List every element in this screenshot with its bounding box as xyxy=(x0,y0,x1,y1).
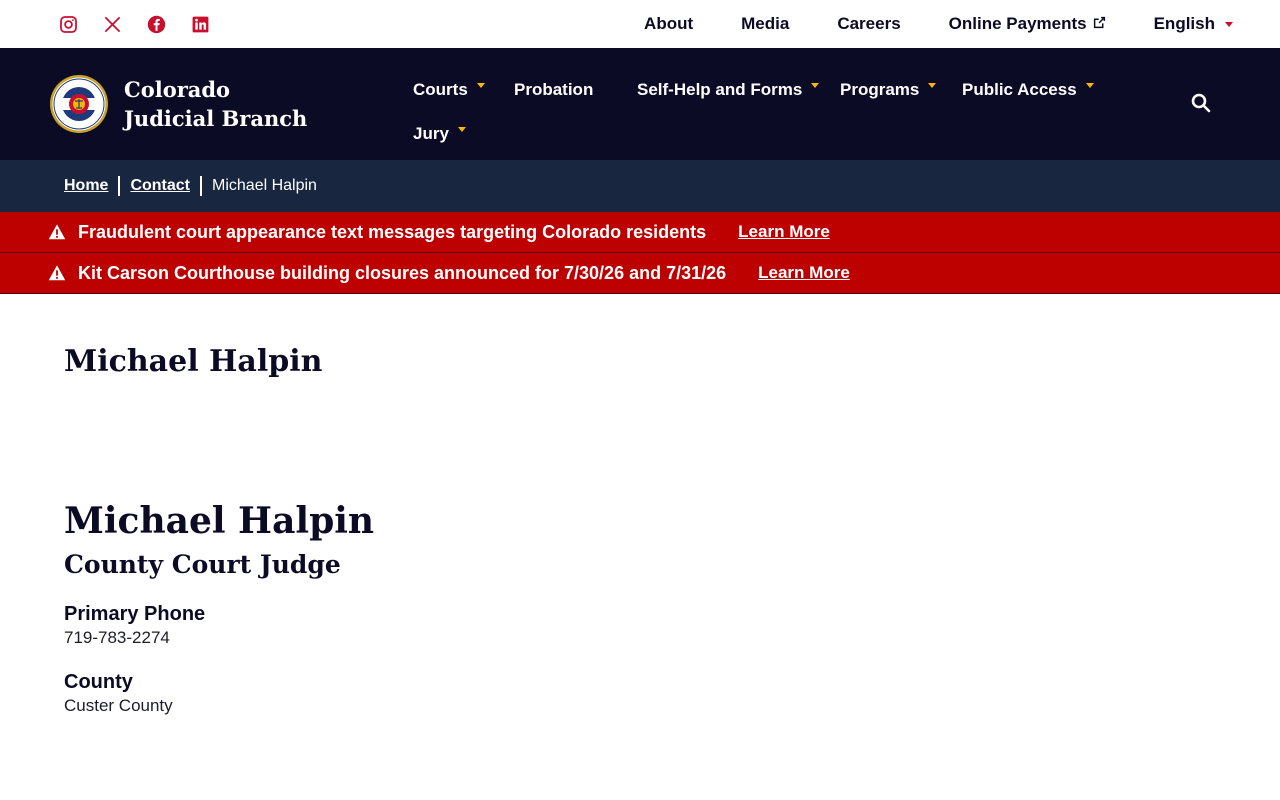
main-content: Michael Halpin Michael Halpin County Cou… xyxy=(0,344,1280,717)
online-payments-label: Online Payments xyxy=(948,14,1087,33)
about-link[interactable]: About xyxy=(644,14,693,34)
breadcrumb-separator xyxy=(200,176,203,196)
chevron-down-icon xyxy=(457,126,466,132)
chevron-down-icon xyxy=(1085,82,1094,88)
chevron-down-icon xyxy=(476,82,485,88)
county-value: Custer County xyxy=(64,696,173,715)
chevron-down-icon xyxy=(1225,21,1233,27)
utility-bar: About Media Careers Online Payments Engl… xyxy=(0,0,1280,48)
nav-self-help-and-forms[interactable]: Self-Help and Forms xyxy=(637,68,840,112)
utility-nav: About Media Careers Online Payments Engl… xyxy=(644,14,1233,34)
county-label: County xyxy=(64,671,133,693)
main-header: Colorado Judicial Branch Courts Probatio… xyxy=(0,48,1280,160)
x-icon[interactable] xyxy=(102,14,122,34)
breadcrumb-contact[interactable]: Contact xyxy=(130,177,190,195)
person-position: County Court Judge xyxy=(64,550,341,579)
learn-more-link[interactable]: Learn More xyxy=(738,222,830,242)
warning-icon xyxy=(48,264,66,282)
phone-value: 719-783-2274 xyxy=(64,628,170,647)
linkedin-icon[interactable] xyxy=(190,14,210,34)
main-nav: Courts Probation Self-Help and Forms Pro… xyxy=(413,68,1133,156)
external-link-icon xyxy=(1093,14,1106,34)
chevron-down-icon xyxy=(928,82,937,88)
search-icon xyxy=(1191,93,1211,113)
person-name: Michael Halpin xyxy=(64,500,375,542)
search-button[interactable] xyxy=(1190,92,1212,114)
nav-jury[interactable]: Jury xyxy=(413,112,514,156)
page-title: Michael Halpin xyxy=(64,344,323,379)
careers-link[interactable]: Careers xyxy=(837,14,900,34)
alert-text: Fraudulent court appearance text message… xyxy=(78,221,707,242)
language-selector[interactable]: English xyxy=(1154,14,1233,34)
breadcrumb-home[interactable]: Home xyxy=(64,177,108,195)
nav-probation[interactable]: Probation xyxy=(514,68,637,112)
instagram-icon[interactable] xyxy=(58,14,78,34)
county-field: County Custer County xyxy=(64,669,1280,717)
nav-probation-label: Probation xyxy=(514,80,594,99)
alert-banner-closure: Kit Carson Courthouse building closures … xyxy=(0,253,1280,294)
phone-label: Primary Phone xyxy=(64,603,206,625)
breadcrumb-separator xyxy=(118,176,121,196)
nav-public-access-label: Public Access xyxy=(962,80,1077,99)
language-label: English xyxy=(1153,14,1215,33)
alert-text: Kit Carson Courthouse building closures … xyxy=(78,262,727,283)
nav-jury-label: Jury xyxy=(413,124,449,143)
online-payments-link[interactable]: Online Payments xyxy=(949,14,1106,34)
phone-field: Primary Phone 719-783-2274 xyxy=(64,601,1280,649)
nav-programs-label: Programs xyxy=(840,80,920,99)
colorado-courts-seal-logo xyxy=(50,75,108,133)
nav-programs[interactable]: Programs xyxy=(840,68,962,112)
breadcrumb-current: Michael Halpin xyxy=(212,177,317,194)
warning-icon xyxy=(48,223,66,241)
nav-courts[interactable]: Courts xyxy=(413,68,514,112)
brand-name: Colorado Judicial Branch xyxy=(124,77,308,131)
learn-more-link[interactable]: Learn More xyxy=(758,263,850,283)
chevron-down-icon xyxy=(811,82,820,88)
nav-courts-label: Courts xyxy=(413,80,468,99)
breadcrumb: Home Contact Michael Halpin xyxy=(0,160,1280,212)
alert-banner-fraud: Fraudulent court appearance text message… xyxy=(0,212,1280,253)
social-links xyxy=(58,14,210,34)
nav-public-access[interactable]: Public Access xyxy=(962,68,1102,112)
brand-home-link[interactable]: Colorado Judicial Branch xyxy=(49,74,314,134)
nav-self-help-label: Self-Help and Forms xyxy=(637,80,803,99)
facebook-icon[interactable] xyxy=(146,14,166,34)
media-link[interactable]: Media xyxy=(741,14,789,34)
